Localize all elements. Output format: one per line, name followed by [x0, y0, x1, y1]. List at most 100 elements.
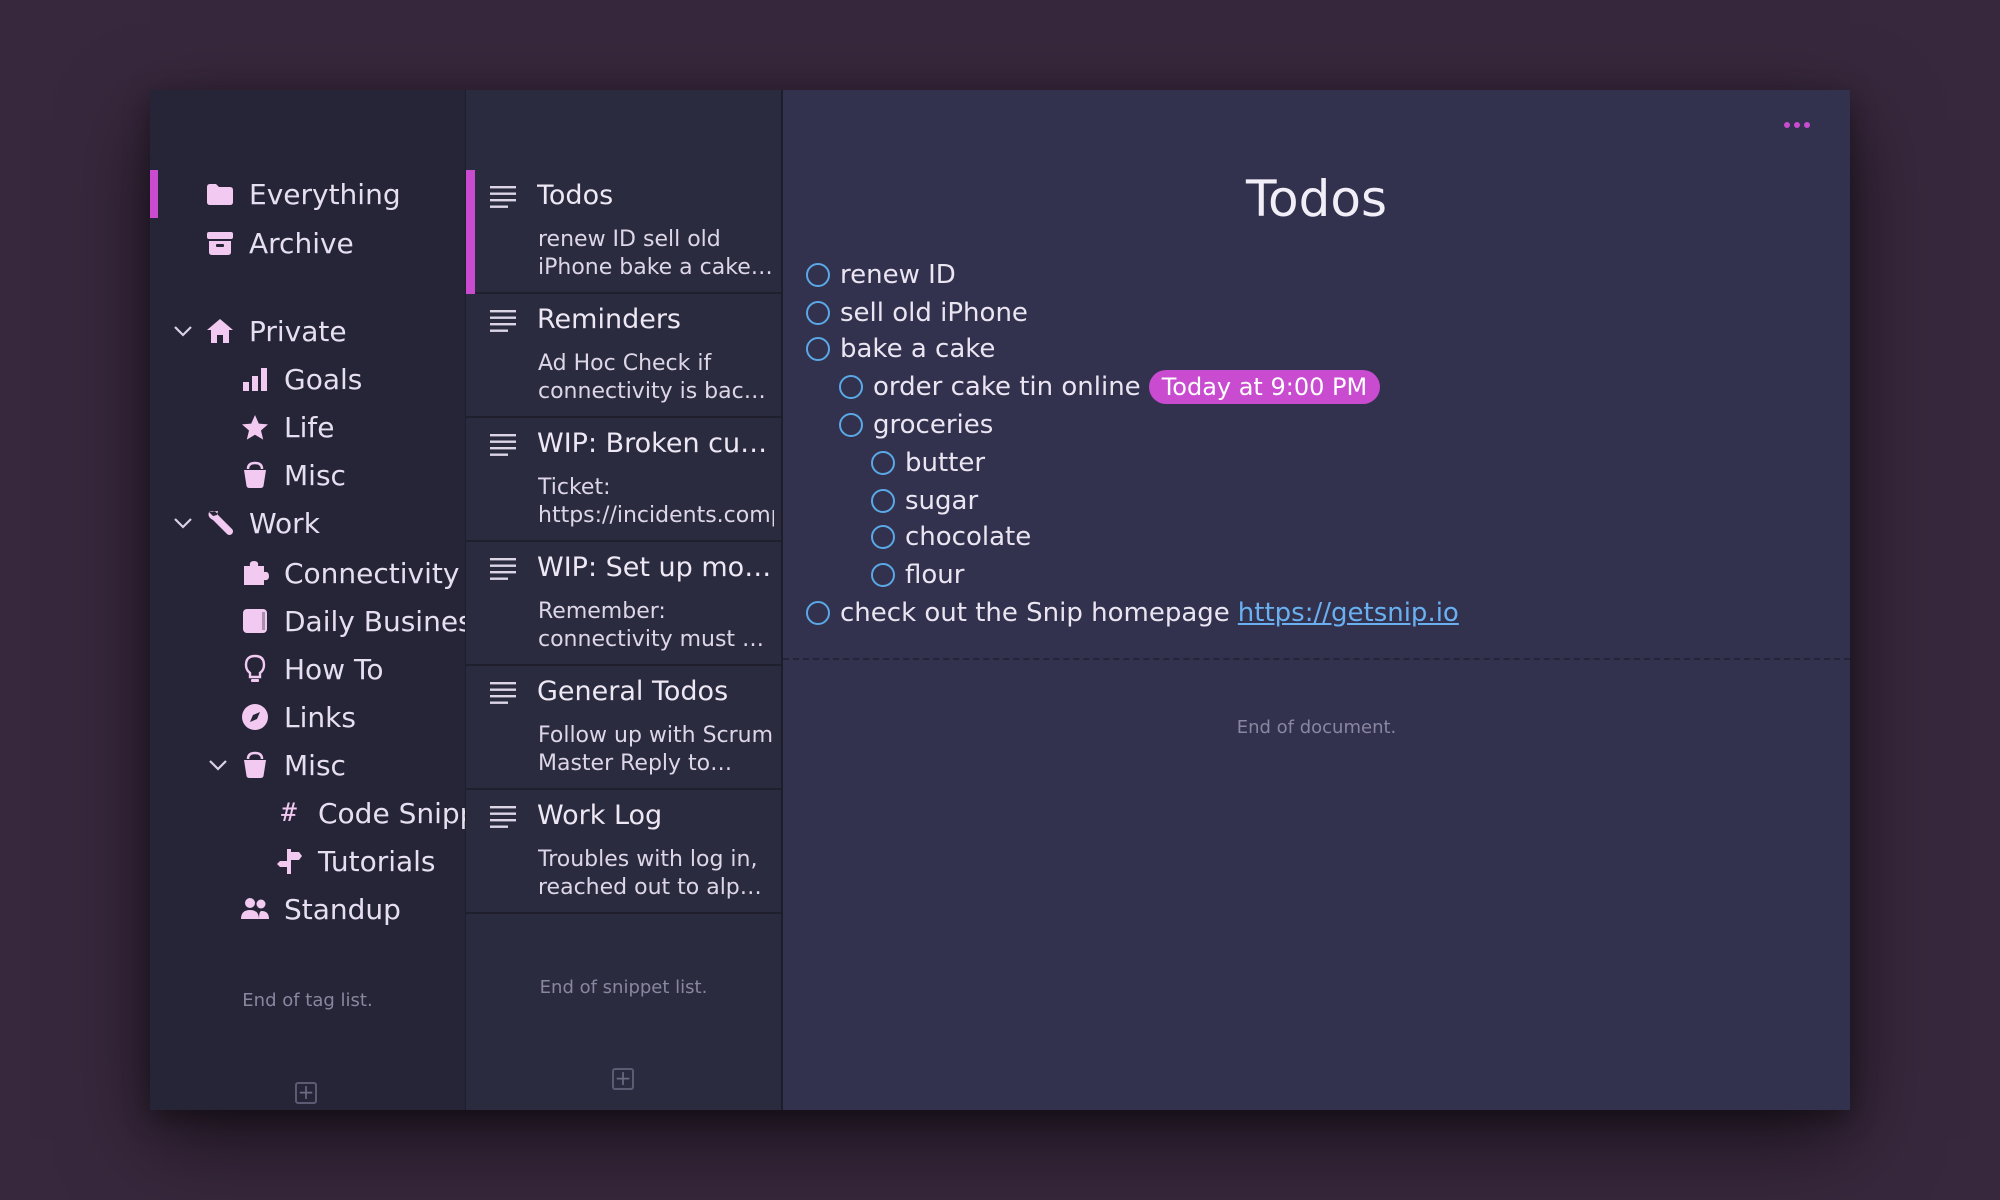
todo-checkbox[interactable]: [806, 263, 830, 287]
snippet-title: Reminders: [537, 304, 681, 335]
text-lines-icon: [490, 806, 516, 828]
todo-item: sugar: [871, 483, 978, 519]
snippet-item-todos[interactable]: Todos renew ID sell old iPhone bake a ca…: [466, 170, 781, 294]
todo-item: renew ID: [806, 257, 956, 293]
snippet-item-wip-broken[interactable]: WIP: Broken customer connection Ticket: …: [466, 418, 781, 542]
more-options-button[interactable]: [1782, 118, 1812, 132]
tag-item-tutorials[interactable]: Tutorials: [274, 841, 436, 881]
tag-item-goals[interactable]: Goals: [240, 359, 362, 399]
snippet-item-work-log[interactable]: Work Log Troubles with log in, reached o…: [466, 790, 781, 914]
snippet-title: General Todos: [537, 676, 729, 707]
text-lines-icon: [490, 310, 516, 332]
todo-checkbox[interactable]: [839, 413, 863, 437]
todo-text: sugar: [905, 486, 979, 516]
tag-item-links[interactable]: Links: [240, 697, 356, 737]
tag-label: How To: [284, 652, 384, 686]
tag-label: Archive: [249, 226, 354, 260]
tag-label: Misc: [284, 748, 346, 782]
plus-icon: +: [297, 1080, 315, 1104]
todo-text: renew ID: [840, 260, 956, 290]
add-snippet-button[interactable]: +: [612, 1068, 634, 1090]
todo-checkbox[interactable]: [839, 375, 863, 399]
todo-item: chocolate: [871, 519, 1031, 555]
snippet-preview: Ticket: https://incidents.company.com: [538, 475, 774, 528]
todo-item: butter: [871, 445, 985, 481]
signpost-icon: [274, 846, 304, 876]
snippet-title: WIP: Set up monitoring: [537, 552, 773, 583]
snippet-preview: renew ID sell old iPhone bake a cake ord…: [538, 227, 751, 280]
todo-item: order cake tin online Today at 9:00 PM: [839, 369, 1381, 405]
todo-checkbox[interactable]: [806, 301, 830, 325]
todo-text: sell old iPhone: [840, 298, 1028, 328]
lightbulb-icon: [240, 654, 270, 684]
snippet-list: Todos renew ID sell old iPhone bake a ca…: [466, 90, 783, 1110]
tag-item-misc-work[interactable]: Misc: [209, 745, 346, 785]
todo-checkbox[interactable]: [871, 563, 895, 587]
todo-item: sell old iPhone: [806, 295, 1028, 331]
todo-checkbox[interactable]: [871, 489, 895, 513]
todo-text: check out the Snip homepage: [840, 598, 1230, 628]
tag-item-standup[interactable]: Standup: [240, 889, 401, 929]
add-tag-button[interactable]: +: [295, 1082, 317, 1104]
tag-label: Goals: [284, 362, 363, 396]
chevron-down-icon[interactable]: [172, 512, 194, 534]
tag-item-daily-business[interactable]: Daily Business: [240, 601, 465, 641]
chevron-down-icon[interactable]: [172, 320, 194, 342]
tag-label: Misc: [284, 458, 346, 492]
todo-text: flour: [905, 560, 965, 590]
todo-item: flour: [871, 557, 964, 593]
tag-item-private[interactable]: Private: [174, 311, 347, 351]
tag-item-how-to[interactable]: How To: [240, 649, 383, 689]
dot: [1804, 122, 1810, 128]
puzzle-icon: [240, 558, 270, 588]
tag-item-work[interactable]: Work: [174, 503, 320, 543]
tag-item-archive[interactable]: Archive: [205, 223, 354, 263]
text-lines-icon: [490, 682, 516, 704]
tag-list-end: End of tag list.: [242, 990, 373, 1011]
document-divider: [783, 658, 1850, 660]
snippet-item-wip-monitoring[interactable]: WIP: Set up monitoring Remember: connect…: [466, 542, 781, 666]
document-pane: Todos renew ID sell old iPhone bake a ca…: [783, 90, 1850, 1110]
text-lines-icon: [490, 186, 516, 208]
tag-item-connectivity[interactable]: Connectivity: [240, 553, 459, 593]
tag-item-misc[interactable]: Misc: [240, 455, 346, 495]
snippet-item-general-todos[interactable]: General Todos Follow up with Scrum Maste…: [466, 666, 781, 790]
tag-label: Connectivity: [284, 556, 460, 590]
todo-checkbox[interactable]: [806, 337, 830, 361]
snippet-title: Work Log: [537, 800, 663, 831]
home-icon: [205, 316, 235, 346]
dot: [1784, 122, 1790, 128]
todo-checkbox[interactable]: [806, 601, 830, 625]
bucket-icon: [240, 460, 270, 490]
document-end: End of document.: [1236, 717, 1397, 738]
tag-item-code-snippets[interactable]: # Code Snippets: [274, 793, 465, 833]
snippet-preview: Remember: connectivity must be checked: [538, 599, 770, 652]
tag-item-life[interactable]: Life: [240, 407, 334, 447]
snippet-list-end: End of snippet list.: [539, 977, 708, 998]
due-date-badge[interactable]: Today at 9:00 PM: [1148, 370, 1381, 404]
todo-item: groceries: [839, 407, 993, 443]
snippet-item-reminders[interactable]: Reminders Ad Hoc Check if connectivity i…: [466, 294, 781, 418]
chart-bars-icon: [240, 364, 270, 394]
hash-icon: #: [281, 798, 297, 828]
snippet-preview: Troubles with log in, reached out to alp…: [538, 847, 768, 900]
plus-icon: +: [614, 1066, 632, 1090]
tag-label: Code Snippets: [318, 796, 465, 830]
text-lines-icon: [490, 434, 516, 456]
tag-label: Life: [284, 410, 335, 444]
chevron-down-icon[interactable]: [207, 754, 229, 776]
snippet-preview: Follow up with Scrum Master Reply to ema…: [538, 723, 774, 776]
folder-icon: [205, 179, 235, 209]
todo-text: groceries: [873, 410, 994, 440]
tag-label: Everything: [249, 177, 401, 211]
todo-text: order cake tin online: [873, 372, 1141, 402]
tag-item-everything[interactable]: Everything: [205, 174, 401, 214]
selection-indicator: [150, 170, 158, 218]
todo-text: bake a cake: [840, 334, 996, 364]
todo-item: check out the Snip homepage https://gets…: [806, 595, 1459, 631]
document-title: Todos: [1245, 170, 1387, 228]
text-lines-icon: [490, 558, 516, 580]
todo-checkbox[interactable]: [871, 451, 895, 475]
homepage-link[interactable]: https://getsnip.io: [1238, 598, 1459, 628]
todo-checkbox[interactable]: [871, 525, 895, 549]
